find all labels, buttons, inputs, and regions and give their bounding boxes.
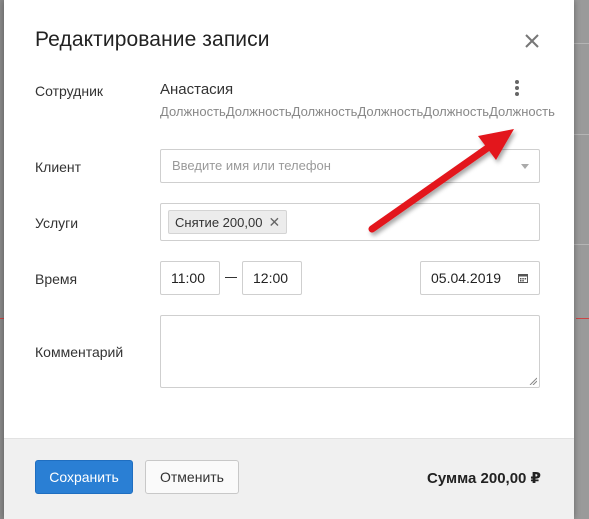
date-input[interactable]: 05.04.2019 [420, 261, 540, 295]
service-tag: Снятие 200,00 ✕ [168, 210, 288, 234]
comment-textarea[interactable] [160, 315, 540, 388]
calendar-icon[interactable] [518, 273, 528, 283]
employee-position: ДолжностьДолжностьДолжностьДолжностьДолж… [160, 104, 555, 119]
services-input[interactable]: Снятие 200,00 ✕ [160, 203, 540, 241]
employee-label: Сотрудник [35, 83, 104, 99]
services-label: Услуги [35, 215, 79, 231]
save-button[interactable]: Сохранить [35, 460, 133, 494]
cancel-button[interactable]: Отменить [145, 460, 239, 494]
background-page-edge [574, 0, 589, 519]
employee-name: Анастасия [160, 81, 234, 98]
background-divider [574, 134, 589, 135]
comment-label: Комментарий [35, 344, 124, 360]
time-label: Время [35, 271, 78, 287]
dialog-title: Редактирование записи [35, 28, 270, 51]
resize-grip-icon[interactable] [529, 377, 537, 385]
client-label: Клиент [35, 159, 82, 175]
kebab-menu-icon[interactable] [511, 80, 523, 100]
end-time-value: 12:00 [253, 270, 289, 286]
dialog-footer: Сохранить Отменить Сумма 200,00 ₽ [4, 438, 574, 519]
start-time-input[interactable]: 11:00 [160, 261, 220, 295]
service-tag-label: Снятие 200,00 [175, 215, 263, 230]
background-divider [574, 43, 589, 44]
client-placeholder: Введите имя или телефон [172, 158, 331, 173]
end-time-input[interactable]: 12:00 [242, 261, 302, 295]
remove-tag-icon[interactable]: ✕ [268, 211, 280, 233]
background-time-marker [576, 318, 589, 319]
total-amount: Сумма 200,00 ₽ [427, 470, 541, 487]
date-value: 05.04.2019 [431, 270, 502, 286]
start-time-value: 11:00 [171, 270, 205, 286]
background-divider [574, 244, 589, 245]
client-select[interactable]: Введите имя или телефон [160, 149, 540, 183]
edit-appointment-dialog: Редактирование записи Сотрудник Анастаси… [4, 0, 574, 519]
chevron-down-icon[interactable] [521, 164, 529, 169]
close-icon[interactable] [522, 31, 542, 51]
time-range-separator [225, 277, 237, 278]
